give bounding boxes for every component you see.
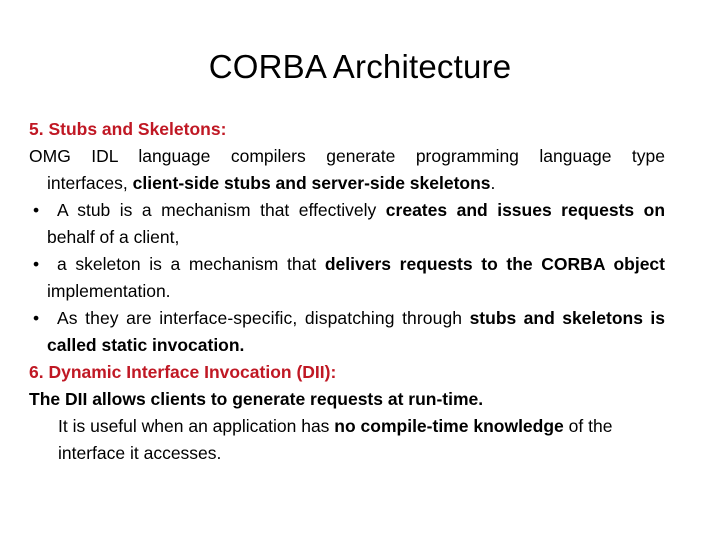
list-item-text-regular: A stub is a mechanism that effectively — [57, 200, 377, 220]
list-item: • a skeleton is a mechanism that deliver… — [29, 251, 665, 305]
paragraph-line-1: OMG IDL language compilers generate prog… — [29, 146, 665, 166]
bullet-icon: • — [33, 200, 40, 220]
slide-body: 5. Stubs and Skeletons: OMG IDL language… — [29, 116, 665, 467]
bullet-icon: • — [33, 308, 40, 328]
dii-lead-text: The DII allows clients to generate reque… — [29, 389, 484, 409]
list-item-line-1: A stub is a mechanism that effectively c… — [57, 197, 665, 224]
dii-closing-suffix: of the — [568, 416, 613, 436]
paragraph-idl-compilers: OMG IDL language compilers generate prog… — [29, 143, 665, 197]
list-item-line-1: a skeleton is a mechanism that delivers … — [57, 251, 665, 278]
list-item-line-1: As they are interface-specific, dispatch… — [57, 305, 665, 332]
slide-canvas: CORBA Architecture 5. Stubs and Skeleton… — [0, 0, 720, 540]
section-heading-dynamic-interface-invocation: 6. Dynamic Interface Invocation (DII): — [29, 362, 337, 382]
paragraph-line-2-prefix: interfaces, — [47, 173, 128, 193]
dii-closing-line-1: It is useful when an application has no … — [29, 413, 665, 440]
list-item-line-2: called static invocation. — [47, 335, 245, 355]
section-heading-stubs-and-skeletons: 5. Stubs and Skeletons: — [29, 119, 227, 139]
page-title: CORBA Architecture — [208, 48, 512, 85]
dii-closing-line-2: interface it accesses. — [58, 443, 222, 463]
dii-closing-prefix: It is useful when an application has — [58, 416, 330, 436]
list-item-text-bold: stubs and skeletons is — [469, 308, 665, 328]
list-item-text-regular: a skeleton is a mechanism that — [57, 254, 317, 274]
paragraph-line-2: interfaces, client-side stubs and server… — [29, 170, 665, 197]
list-item: • A stub is a mechanism that effectively… — [29, 197, 665, 251]
bullet-icon: • — [33, 254, 40, 274]
list-item-text-regular: As they are interface-specific, dispatch… — [57, 308, 463, 328]
list-item-line-2: behalf of a client, — [47, 227, 180, 247]
list-item-text-bold: creates and issues requests on — [385, 200, 666, 220]
dii-closing-bold: no compile-time knowledge — [334, 416, 564, 436]
list-item-line-2: implementation. — [47, 281, 171, 301]
paragraph-line-2-bold: client-side stubs and server-side skelet… — [132, 173, 491, 193]
list-item-text-bold: delivers requests to the CORBA object — [324, 254, 665, 274]
list-item: • As they are interface-specific, dispat… — [29, 305, 665, 359]
paragraph-line-2-suffix: . — [490, 173, 496, 193]
